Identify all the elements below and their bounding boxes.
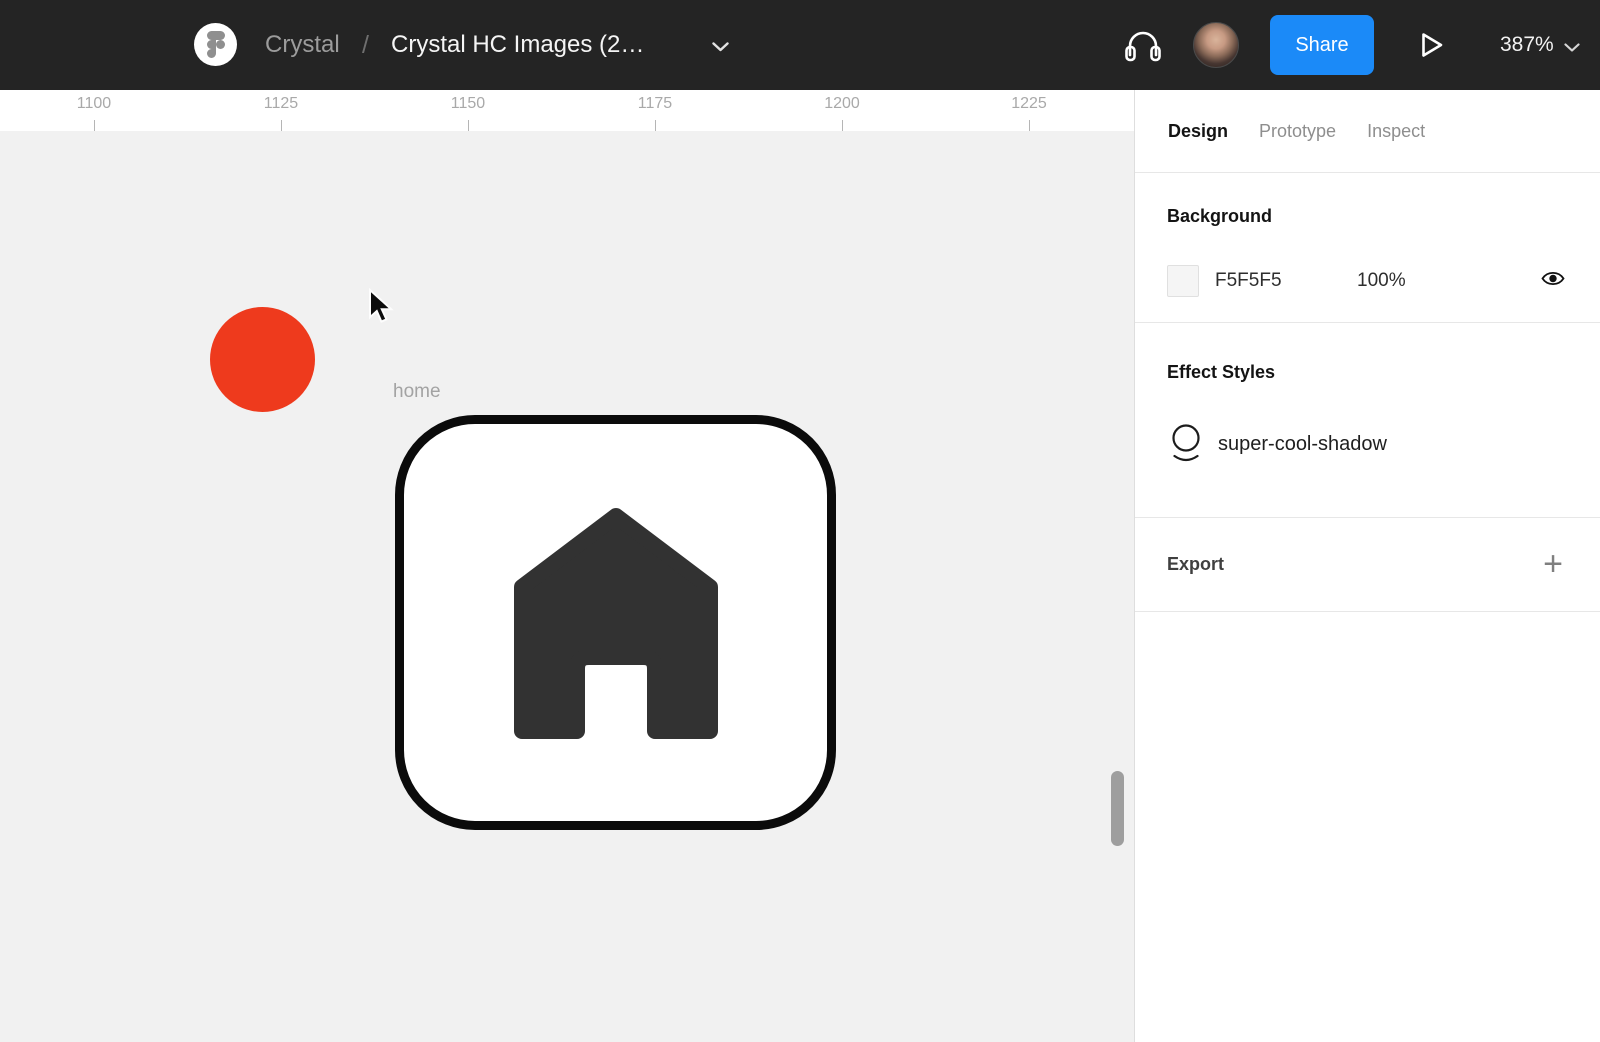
ruler-tick-mark	[842, 120, 843, 131]
ruler-tick: 1150	[428, 90, 508, 131]
home-icon	[513, 507, 718, 739]
ruler-tick-label: 1150	[450, 95, 486, 112]
divider	[1135, 322, 1600, 323]
right-sidebar: Design Prototype Inspect Background F5F5…	[1134, 90, 1600, 1042]
divider	[1135, 611, 1600, 612]
effect-style-row[interactable]: super-cool-shadow	[1171, 420, 1387, 468]
tab-inspect[interactable]: Inspect	[1367, 121, 1425, 142]
mouse-cursor-icon	[368, 287, 394, 329]
home-icon-frame[interactable]	[395, 415, 836, 830]
tab-prototype[interactable]: Prototype	[1259, 121, 1336, 142]
ruler-tick-label: 1225	[1011, 95, 1047, 112]
divider	[1135, 172, 1600, 173]
export-section-title: Export	[1167, 553, 1225, 574]
add-export-plus-icon[interactable]: +	[1543, 547, 1563, 581]
red-ellipse-shape[interactable]	[210, 307, 315, 412]
file-menu-chevron-icon[interactable]	[712, 39, 729, 57]
present-play-button[interactable]	[1420, 31, 1445, 64]
ruler-tick-label: 1175	[637, 95, 673, 112]
ruler-tick: 1125	[241, 90, 321, 131]
ruler-tick-label: 1125	[263, 95, 299, 112]
background-color-swatch[interactable]	[1167, 265, 1199, 297]
export-section: Export +	[1135, 517, 1600, 611]
drop-shadow-style-icon	[1172, 424, 1200, 462]
ruler-tick-mark	[468, 120, 469, 131]
breadcrumb-project[interactable]: Crystal	[265, 0, 340, 90]
ruler-tick: 1100	[54, 90, 134, 131]
figma-logo-glyph	[206, 31, 225, 58]
frame-label[interactable]: home	[393, 381, 441, 403]
breadcrumb-separator: /	[362, 30, 369, 59]
background-hex-value[interactable]: F5F5F5	[1215, 265, 1282, 297]
canvas[interactable]: home	[0, 131, 1134, 1042]
effect-style-name: super-cool-shadow	[1218, 432, 1387, 455]
zoom-level-value[interactable]: 387%	[1500, 0, 1554, 90]
panel-tabs: Design Prototype Inspect	[1168, 90, 1425, 172]
breadcrumb-file-name[interactable]: Crystal HC Images (2…	[391, 0, 644, 90]
background-section-title: Background	[1167, 206, 1273, 226]
ruler-tick: 1175	[615, 90, 695, 131]
background-opacity-value[interactable]: 100%	[1357, 265, 1406, 297]
ruler-tick-label: 1100	[76, 95, 112, 112]
effect-styles-section-title: Effect Styles	[1167, 362, 1276, 382]
ruler-tick: 1200	[802, 90, 882, 131]
toolbar: Crystal / Crystal HC Images (2… Share 38…	[0, 0, 1600, 90]
audio-call-button[interactable]	[1124, 27, 1162, 68]
horizontal-ruler: 1100 1125 1150 1175 1200 1225	[0, 90, 1134, 131]
ruler-tick-label: 1200	[824, 95, 860, 112]
ruler-tick-mark	[94, 120, 95, 131]
ruler-tick-mark	[655, 120, 656, 131]
ruler-tick-mark	[281, 120, 282, 131]
visibility-eye-icon[interactable]	[1541, 268, 1565, 292]
avatar[interactable]	[1193, 22, 1239, 68]
tab-design[interactable]: Design	[1168, 121, 1228, 142]
vertical-scrollbar[interactable]	[1111, 771, 1124, 846]
ruler-tick-mark	[1029, 120, 1030, 131]
zoom-menu-chevron-icon[interactable]	[1564, 40, 1580, 58]
ruler-tick: 1225	[989, 90, 1069, 131]
figma-logo-icon[interactable]	[194, 23, 237, 66]
share-button[interactable]: Share	[1270, 15, 1374, 75]
